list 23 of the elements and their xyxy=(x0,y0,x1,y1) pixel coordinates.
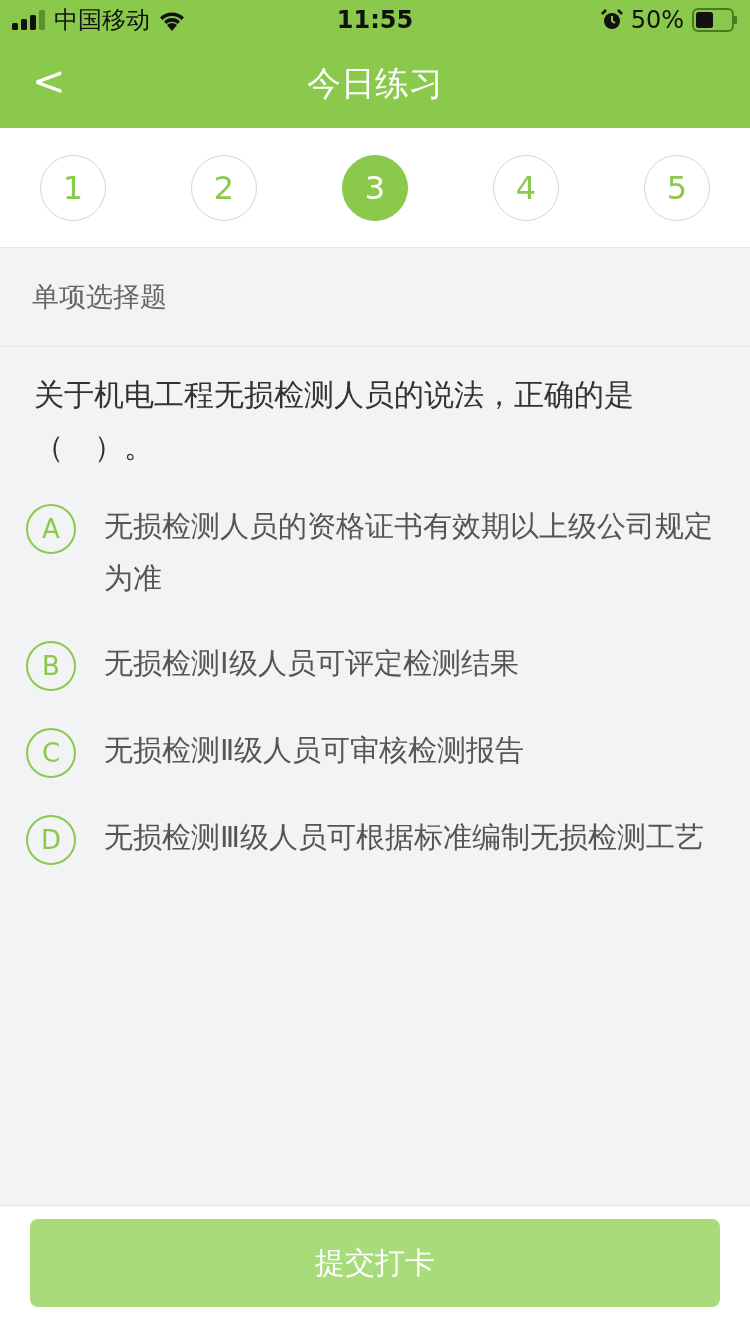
alarm-clock-icon xyxy=(600,9,623,31)
option-text[interactable]: 无损检测人员的资格证书有效期以上级公司规定为准 xyxy=(104,500,714,604)
question-number-tab[interactable]: 2 xyxy=(191,154,257,221)
option-text[interactable]: 无损检测Ⅲ级人员可根据标准编制无损检测工艺 xyxy=(104,811,714,863)
section-title: 单项选择题 xyxy=(32,280,167,314)
question-number-tab[interactable]: 1 xyxy=(40,154,106,221)
battery-icon xyxy=(692,8,738,32)
option-letter[interactable]: D xyxy=(26,815,76,865)
carrier-name: 中国移动 xyxy=(54,5,150,36)
option-letter[interactable]: C xyxy=(26,728,76,778)
option-text[interactable]: 无损检测Ⅱ级人员可审核检测报告 xyxy=(104,724,714,776)
back-button[interactable]: < xyxy=(22,58,76,104)
page-title: 今日练习 xyxy=(307,62,443,105)
question-number-tab[interactable]: 5 xyxy=(644,154,710,221)
signal-icon xyxy=(12,10,46,30)
option-text[interactable]: 无损检测Ⅰ级人员可评定检测结果 xyxy=(104,637,714,689)
question-text: 关于机电工程无损检测人员的说法，正确的是（ ）。 xyxy=(34,376,635,466)
question-number-tab[interactable]: 4 xyxy=(493,154,559,221)
question-number-tab[interactable]: 3 xyxy=(342,154,408,221)
option-letter[interactable]: A xyxy=(26,504,76,554)
clock-time: 11:55 xyxy=(336,6,414,34)
battery-percent: 50% xyxy=(630,6,684,34)
option-letter[interactable]: B xyxy=(26,641,76,691)
